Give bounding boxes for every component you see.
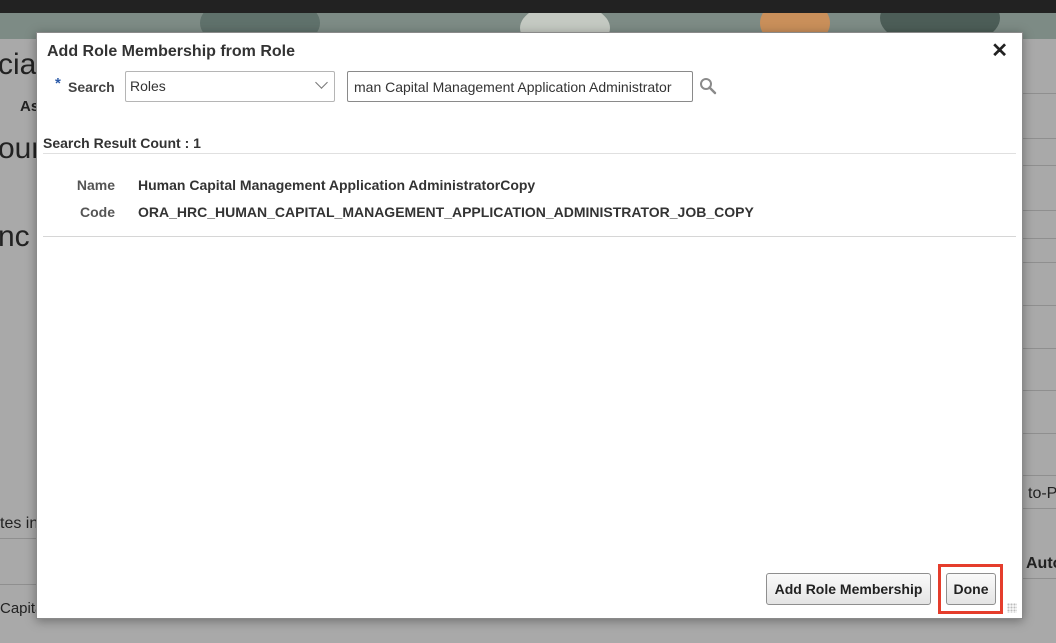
dialog-title: Add Role Membership from Role xyxy=(47,43,296,60)
search-type-select[interactable]: Roles xyxy=(125,71,335,102)
search-type-value: Roles xyxy=(130,78,166,94)
code-value: ORA_HRC_HUMAN_CAPITAL_MANAGEMENT_APPLICA… xyxy=(138,204,754,220)
search-input[interactable]: man Capital Management Application Admin… xyxy=(347,71,693,102)
search-label: Search xyxy=(68,79,115,95)
background-label: to-P xyxy=(1028,485,1056,502)
search-icon[interactable] xyxy=(699,77,717,95)
close-icon[interactable]: ✕ xyxy=(991,40,1008,62)
chevron-down-icon xyxy=(315,76,328,89)
search-input-value: man Capital Management Application Admin… xyxy=(354,79,672,95)
background-divider xyxy=(1023,348,1056,349)
background-divider xyxy=(0,538,36,539)
search-result-count: Search Result Count : 1 xyxy=(43,135,201,151)
background-divider xyxy=(1023,508,1056,509)
add-role-membership-dialog: Add Role Membership from Role ✕ * Search… xyxy=(36,32,1023,619)
top-bar xyxy=(0,0,1056,13)
background-divider xyxy=(1023,165,1056,166)
divider xyxy=(43,236,1016,237)
divider xyxy=(43,153,1016,154)
background-divider xyxy=(1023,390,1056,391)
background-divider xyxy=(1023,238,1056,239)
background-divider xyxy=(0,584,36,585)
background-divider xyxy=(1023,433,1056,434)
name-label: Name xyxy=(76,177,115,193)
background-divider xyxy=(1023,93,1056,94)
name-value: Human Capital Management Application Adm… xyxy=(138,177,536,193)
done-button[interactable]: Done xyxy=(946,573,996,605)
add-role-membership-button[interactable]: Add Role Membership xyxy=(766,573,931,605)
resize-handle[interactable] xyxy=(1007,603,1017,613)
background-divider xyxy=(1023,262,1056,263)
background-heading: cia xyxy=(0,48,37,81)
background-label: tes in xyxy=(0,515,39,532)
background-divider xyxy=(1023,138,1056,139)
code-label: Code xyxy=(80,204,115,220)
background-divider xyxy=(1023,210,1056,211)
required-indicator: * xyxy=(55,75,61,92)
background-heading: nc xyxy=(0,220,30,253)
background-label: Auto xyxy=(1026,555,1056,572)
background-divider xyxy=(1023,578,1056,579)
background-divider xyxy=(1023,305,1056,306)
background-divider xyxy=(1023,475,1056,476)
